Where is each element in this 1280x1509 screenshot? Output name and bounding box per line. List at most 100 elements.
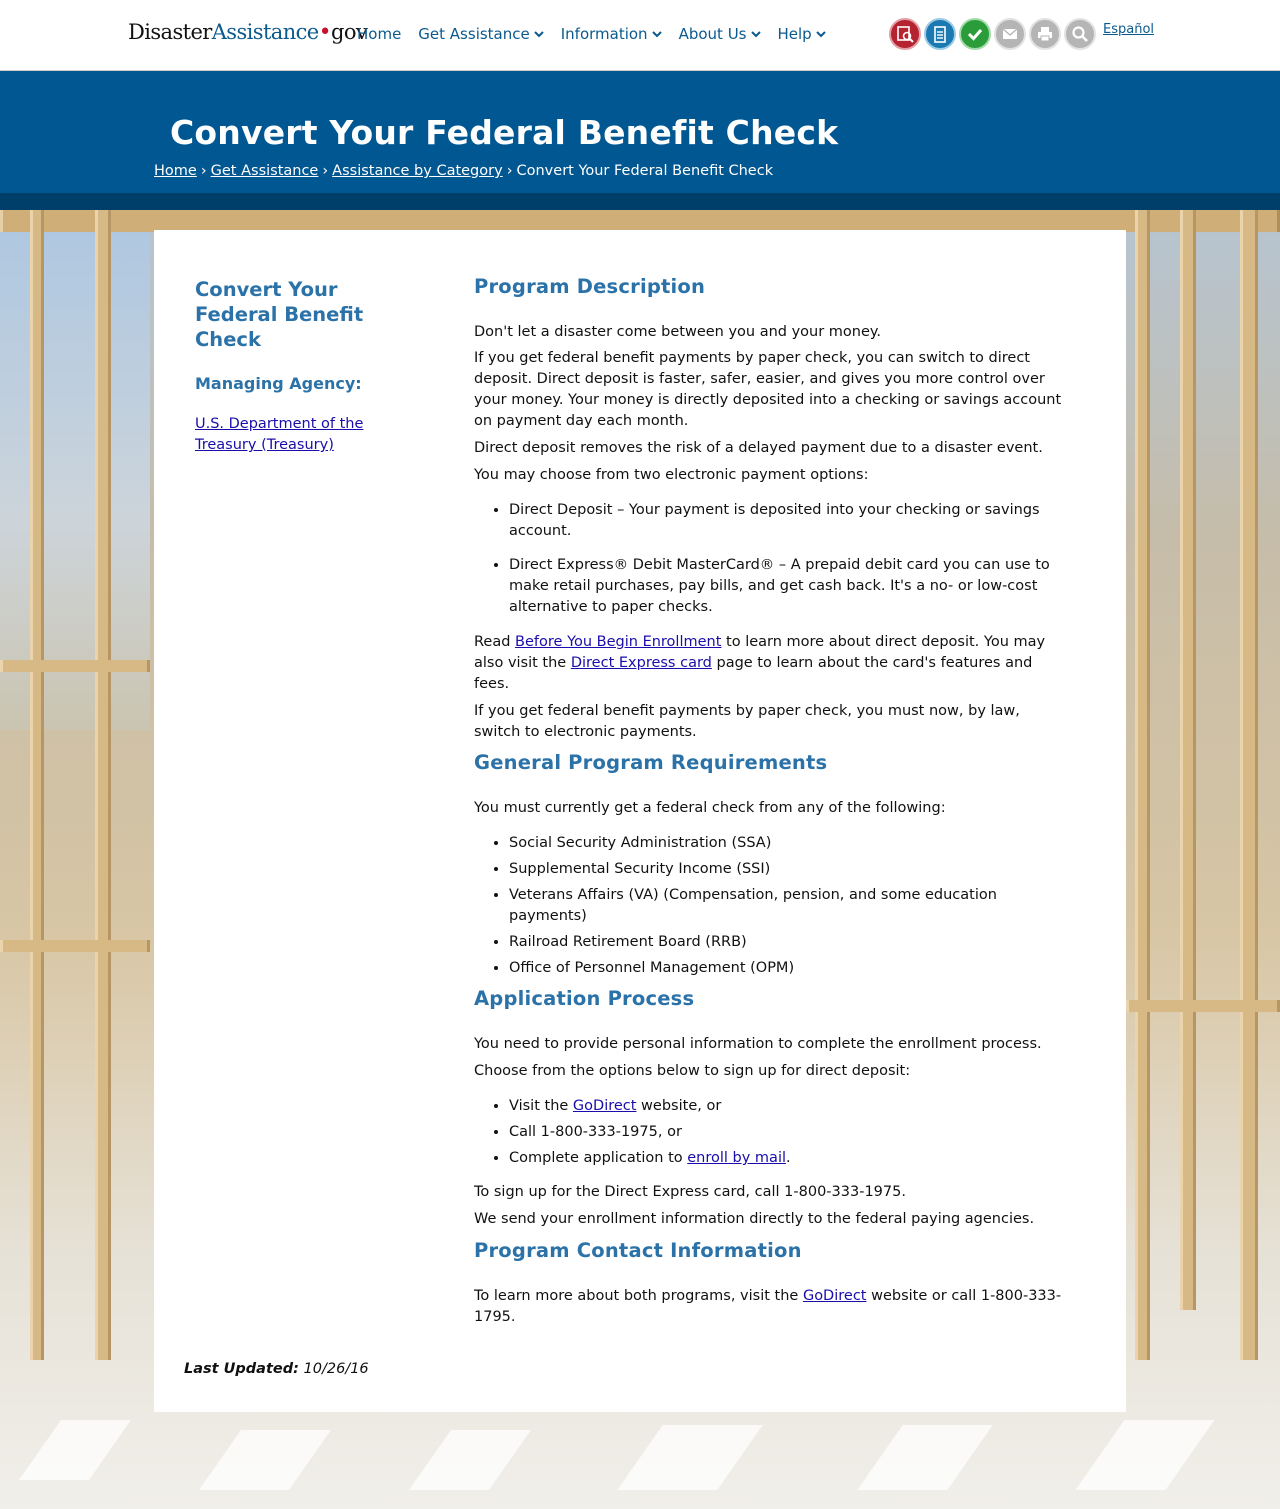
nav-help[interactable]: Help xyxy=(778,25,826,43)
paragraph-contact: To learn more about both programs, visit… xyxy=(474,1286,1064,1328)
list-item: Supplemental Security Income (SSI) xyxy=(509,859,1064,880)
photo-header-beam xyxy=(0,210,1280,232)
photo-crossbeam xyxy=(0,940,150,952)
managing-agency-label: Managing Agency: xyxy=(195,374,362,393)
email-icon[interactable] xyxy=(994,18,1026,50)
photo-crossbeam xyxy=(1126,1000,1280,1012)
apply-online-icon[interactable] xyxy=(924,18,956,50)
paragraph: You may choose from two electronic payme… xyxy=(474,467,869,483)
list-item: Office of Personnel Management (OPM) xyxy=(509,958,1064,979)
text: website, or xyxy=(636,1098,722,1114)
agency-link[interactable]: U.S. Department of the Treasury (Treasur… xyxy=(195,414,425,456)
text: . xyxy=(786,1150,791,1166)
list-item: Call 1-800-333-1975, or xyxy=(509,1122,1064,1143)
nav-get-assistance-label: Get Assistance xyxy=(418,25,530,43)
list-item: Visit the GoDirect website, or xyxy=(509,1096,1064,1117)
breadcrumb-category[interactable]: Assistance by Category xyxy=(332,163,503,179)
paragraph: Direct deposit removes the risk of a del… xyxy=(474,440,1043,456)
sidebar: Convert Your Federal Benefit Check Manag… xyxy=(195,277,425,456)
breadcrumb: Home › Get Assistance › Assistance by Catego… xyxy=(154,163,773,179)
chevron-down-icon xyxy=(750,31,761,38)
logo-text-disaster: Disaster xyxy=(128,20,212,44)
nav-home-label: Home xyxy=(357,25,402,43)
nav-help-label: Help xyxy=(777,25,812,43)
paragraph: If you get federal benefit payments by p… xyxy=(474,350,1062,429)
nav-home[interactable]: Home xyxy=(357,25,401,43)
print-icon[interactable] xyxy=(1029,18,1061,50)
main-nav: Home Get Assistance Information About Us… xyxy=(357,25,843,43)
text: Visit the xyxy=(509,1098,573,1114)
nav-about-us[interactable]: About Us xyxy=(679,25,761,43)
paragraph: Choose from the options below to sign up… xyxy=(474,1063,911,1079)
paragraph-enrollment: Read Before You Begin Enrollment to lear… xyxy=(474,632,1064,695)
main-content: Program Description Don't let a disaster… xyxy=(474,276,1064,1328)
page-title: Convert Your Federal Benefit Check xyxy=(170,113,839,152)
site-logo[interactable]: DisasterAssistance•gov xyxy=(128,20,368,45)
heading-application-process: Application Process xyxy=(474,987,695,1010)
photo-light-stripe xyxy=(18,1420,132,1480)
list-item: Railroad Retirement Board (RRB) xyxy=(509,932,1064,953)
search-icon[interactable] xyxy=(1064,18,1096,50)
photo-light-stripe xyxy=(857,1425,993,1490)
breadcrumb-separator: › xyxy=(506,163,513,179)
photo-stud xyxy=(95,210,111,1360)
payment-options-list: Direct Deposit – Your payment is deposit… xyxy=(474,500,1064,618)
breadcrumb-separator: › xyxy=(200,163,207,179)
photo-crossbeam xyxy=(0,660,150,672)
banner-strip xyxy=(0,193,1280,210)
paragraph: We send your enrollment information dire… xyxy=(474,1211,1035,1227)
direct-express-card-link[interactable]: Direct Express card xyxy=(571,655,712,671)
logo-text-assistance: Assistance xyxy=(211,20,319,44)
nav-get-assistance[interactable]: Get Assistance xyxy=(418,25,544,43)
paragraph: Don't let a disaster come between you an… xyxy=(474,324,882,340)
text: To learn more about both programs, visit… xyxy=(474,1288,803,1304)
photo-stud xyxy=(1180,210,1196,1310)
chevron-down-icon xyxy=(534,31,544,38)
list-item: Direct Deposit – Your payment is deposit… xyxy=(509,500,1064,542)
nav-about-us-label: About Us xyxy=(678,25,747,43)
chevron-down-icon xyxy=(651,31,662,38)
heading-program-contact: Program Contact Information xyxy=(474,1239,802,1262)
last-updated: Last Updated: 10/26/16 xyxy=(184,1361,369,1377)
breadcrumb-home[interactable]: Home xyxy=(154,163,197,179)
text: Read xyxy=(474,634,516,650)
sidebar-title: Convert Your Federal Benefit Check xyxy=(195,278,364,351)
check-status-icon[interactable] xyxy=(959,18,991,50)
paragraph: To sign up for the Direct Express card, … xyxy=(474,1184,906,1200)
breadcrumb-separator: › xyxy=(322,163,329,179)
list-item: Direct Express® Debit MasterCard® – A pr… xyxy=(509,555,1064,618)
paragraph: If you get federal benefit payments by p… xyxy=(474,703,1020,740)
nav-information-label: Information xyxy=(560,25,648,43)
site-header: DisasterAssistance•gov Home Get Assistan… xyxy=(0,0,1280,71)
list-item: Veterans Affairs (VA) (Compensation, pen… xyxy=(509,885,1064,927)
godirect-contact-link[interactable]: GoDirect xyxy=(803,1288,867,1304)
requirements-list: Social Security Administration (SSA) Sup… xyxy=(474,833,1064,979)
signup-options-list: Visit the GoDirect website, or Call 1-80… xyxy=(474,1096,1064,1169)
breadcrumb-get-assistance[interactable]: Get Assistance xyxy=(211,163,319,179)
content-card: Convert Your Federal Benefit Check Manag… xyxy=(154,230,1126,1412)
chevron-down-icon xyxy=(815,31,826,38)
list-item: Social Security Administration (SSA) xyxy=(509,833,1064,854)
find-assistance-icon[interactable] xyxy=(889,18,921,50)
before-you-begin-link[interactable]: Before You Begin Enrollment xyxy=(515,634,721,650)
last-updated-label: Last Updated: xyxy=(184,1361,299,1377)
logo-dot: • xyxy=(318,20,332,45)
list-item: Complete application to enroll by mail. xyxy=(509,1148,1064,1169)
nav-information[interactable]: Information xyxy=(561,25,662,43)
photo-light-stripe xyxy=(617,1425,763,1490)
paragraph: You must currently get a federal check f… xyxy=(474,800,946,816)
breadcrumb-current: Convert Your Federal Benefit Check xyxy=(516,163,774,179)
photo-sky xyxy=(0,210,150,730)
photo-light-stripe xyxy=(408,1430,532,1490)
photo-light-stripe xyxy=(198,1430,332,1490)
enroll-by-mail-link[interactable]: enroll by mail xyxy=(687,1150,786,1166)
paragraph: You need to provide personal information… xyxy=(474,1036,1042,1052)
heading-general-requirements: General Program Requirements xyxy=(474,751,828,774)
photo-stud xyxy=(1240,210,1258,1360)
tool-icons xyxy=(889,18,1099,50)
heading-program-description: Program Description xyxy=(474,275,706,298)
language-link-espanol[interactable]: Español xyxy=(1103,22,1154,37)
godirect-link[interactable]: GoDirect xyxy=(573,1098,637,1114)
photo-light-stripe xyxy=(1075,1420,1215,1490)
photo-stud xyxy=(30,210,44,1360)
